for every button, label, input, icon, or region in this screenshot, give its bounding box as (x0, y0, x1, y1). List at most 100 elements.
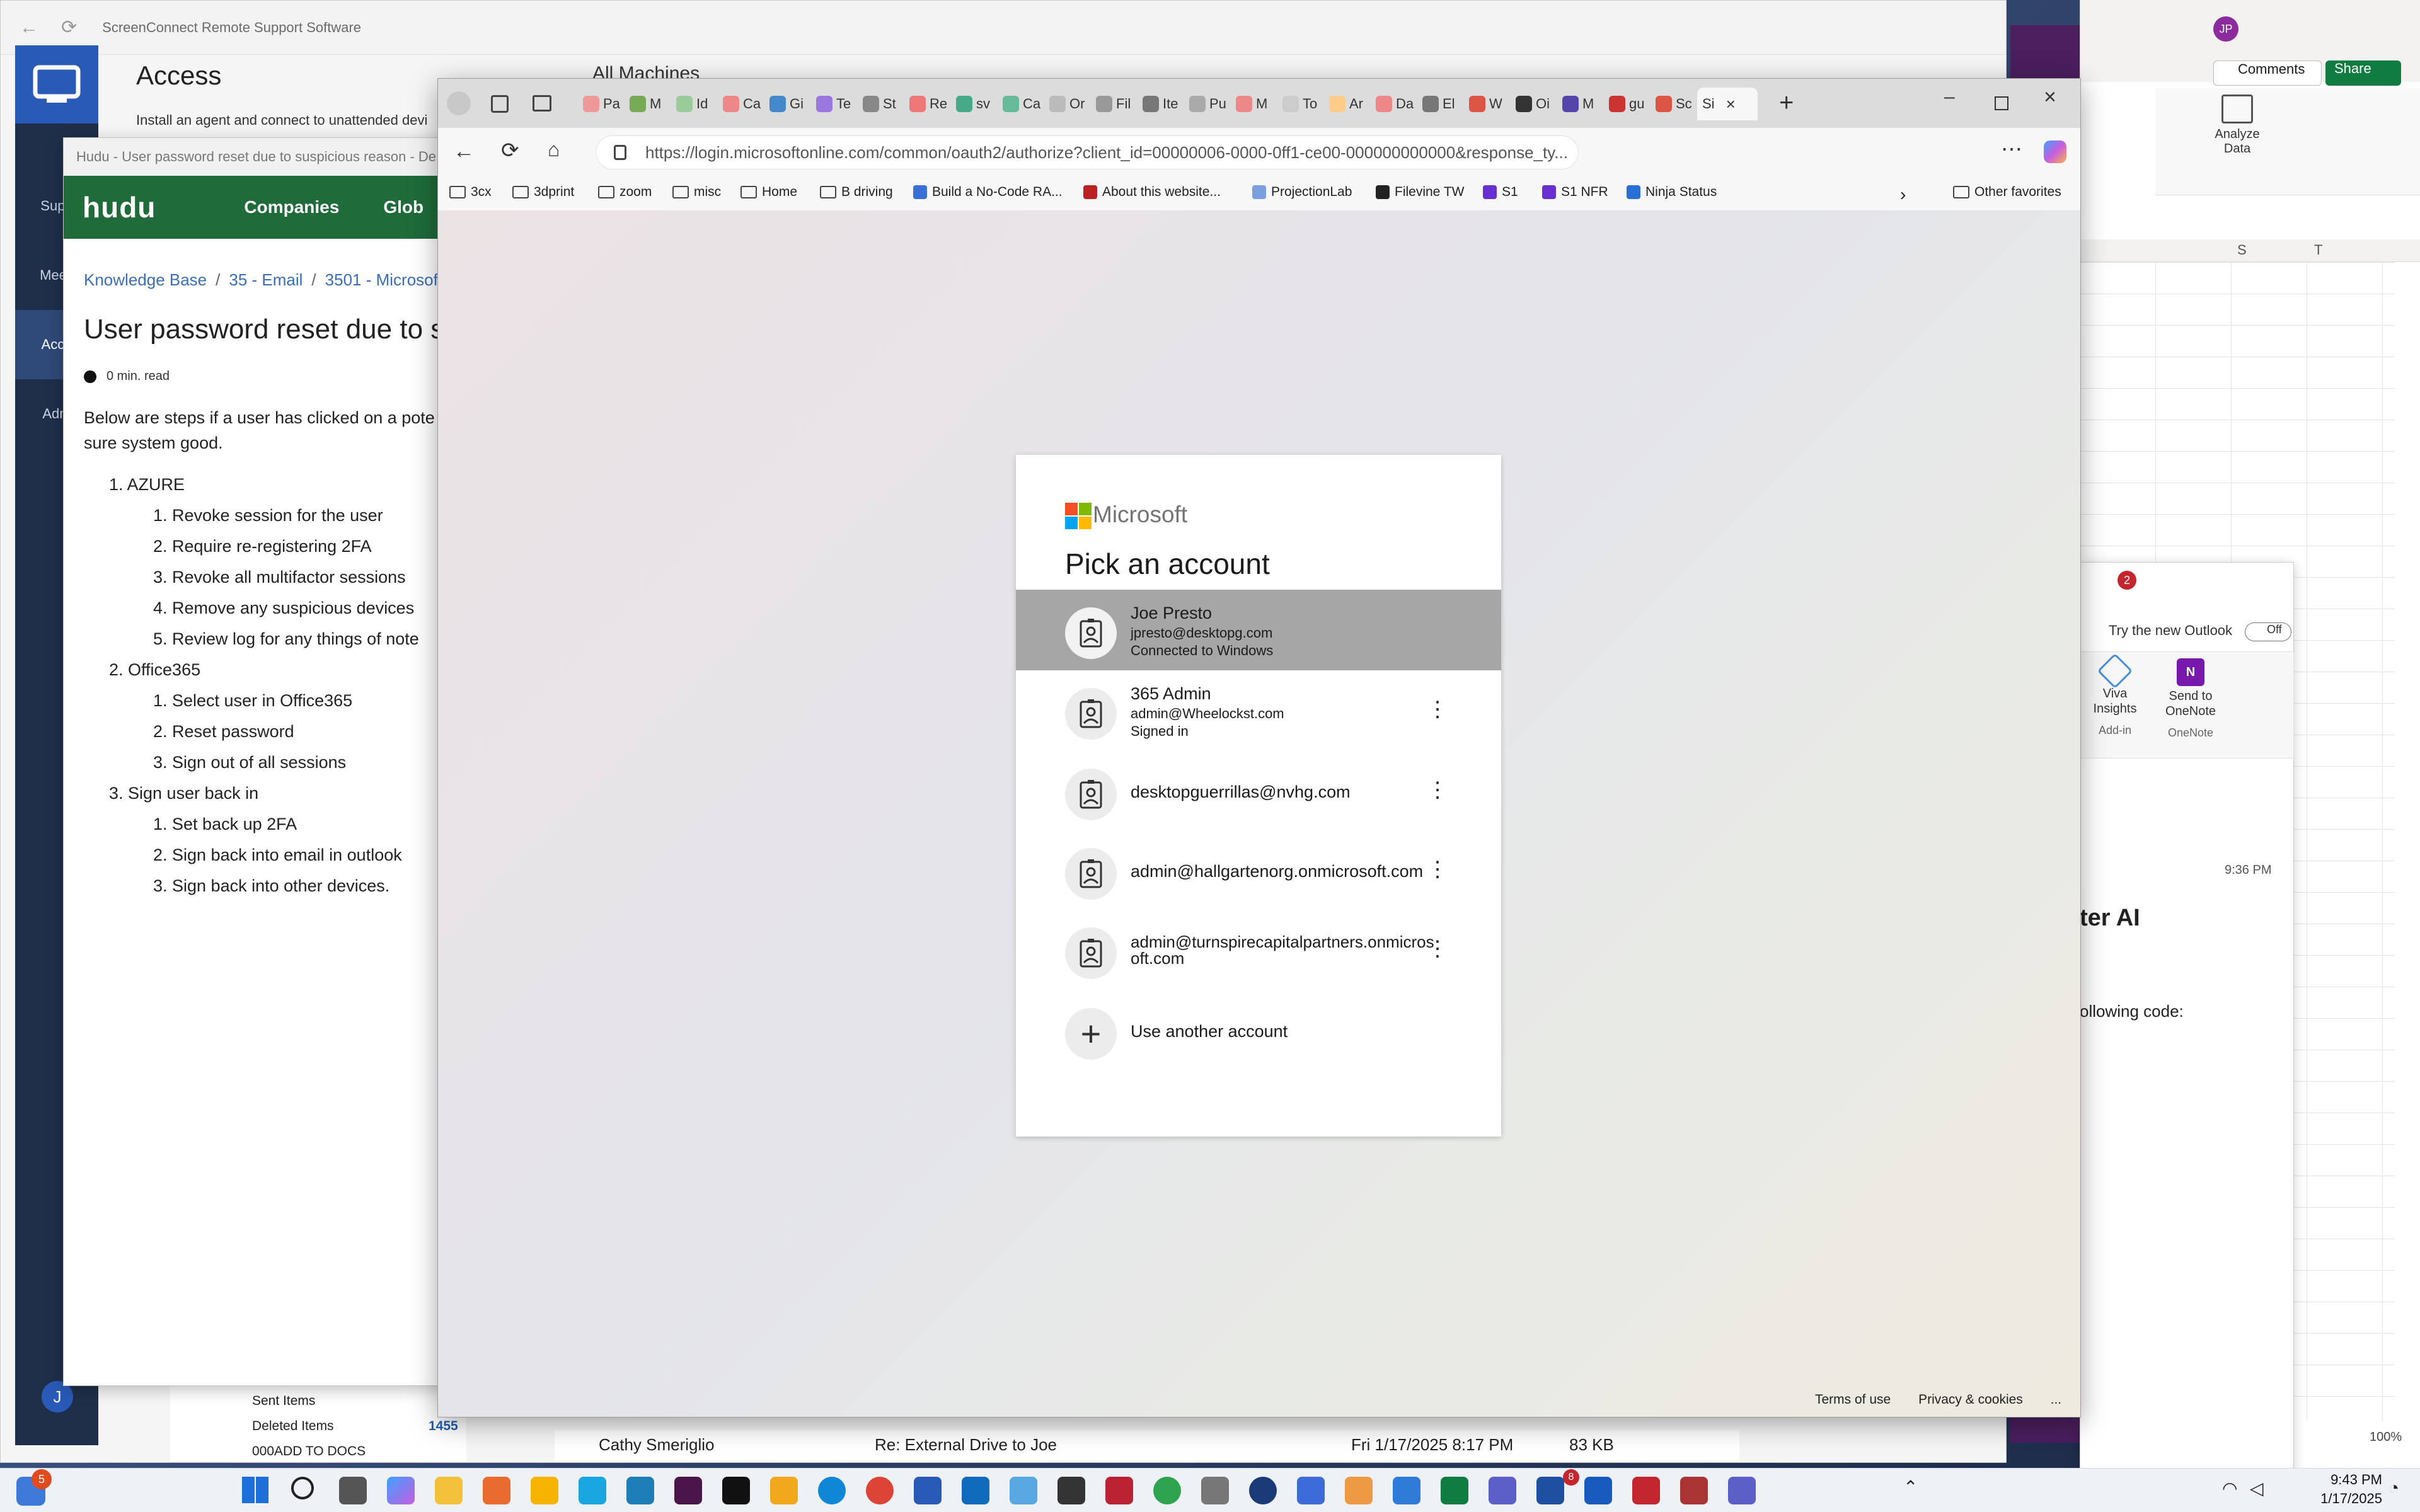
home-icon[interactable]: ⌂ (548, 138, 560, 161)
favorite-folder[interactable]: zoom (598, 185, 652, 200)
minimize-button[interactable]: – (1944, 86, 1955, 108)
excel-taskbar-icon[interactable] (1441, 1477, 1468, 1504)
favorite-link[interactable]: S1 NFR (1542, 185, 1608, 200)
column-t[interactable]: T (2314, 242, 2322, 258)
app-icon[interactable] (1249, 1477, 1277, 1504)
tab[interactable]: Oi (1511, 88, 1555, 120)
wifi-icon[interactable]: ◠ (2222, 1478, 2237, 1499)
outlook-taskbar-icon[interactable] (962, 1477, 989, 1504)
app-icon[interactable] (1105, 1477, 1133, 1504)
new-tab-button[interactable]: + (1779, 89, 1794, 117)
system-tray-chevron-icon[interactable]: ⌃ (1903, 1477, 1918, 1498)
favorite-folder[interactable]: 3cx (449, 185, 492, 200)
favorite-folder[interactable]: Home (740, 185, 797, 200)
app-icon[interactable] (770, 1477, 798, 1504)
app-icon[interactable] (483, 1477, 510, 1504)
terms-link[interactable]: Terms of use (1815, 1392, 1891, 1407)
hudu-logo[interactable]: hudu (83, 190, 156, 224)
slack-icon[interactable] (674, 1477, 702, 1504)
tab[interactable]: Pu (1184, 88, 1228, 120)
send-to-onenote-button[interactable]: N Send to OneNote OneNote (2156, 658, 2225, 740)
tab[interactable]: Pa (578, 88, 622, 120)
favorite-link[interactable]: ProjectionLab (1252, 185, 1352, 200)
other-favorites[interactable]: Other favorites (1953, 185, 2061, 200)
notification-badge[interactable]: 2 (2118, 571, 2136, 590)
tab[interactable]: Re (904, 88, 948, 120)
app-icon[interactable] (531, 1477, 558, 1504)
app-icon[interactable] (1393, 1477, 1420, 1504)
tab[interactable]: gu (1604, 88, 1648, 120)
settings-gear-icon[interactable] (1201, 1477, 1229, 1504)
back-icon[interactable]: ← (453, 139, 475, 164)
tab[interactable]: St (858, 88, 902, 120)
tab[interactable]: M (1557, 88, 1601, 120)
tab[interactable]: El (1417, 88, 1461, 120)
screenconnect-taskbar-icon[interactable] (914, 1477, 942, 1504)
folder-deleted-items[interactable]: Deleted Items (252, 1419, 334, 1434)
favorite-folder[interactable]: 3dprint (512, 185, 574, 200)
analyze-data-button[interactable]: Analyze Data (2206, 94, 2269, 156)
tab[interactable]: Ar (1324, 88, 1368, 120)
breadcrumb-knowledge-base[interactable]: Knowledge Base (84, 270, 207, 289)
favorite-link[interactable]: Ninja Status (1627, 185, 1717, 200)
breadcrumb-microsoft[interactable]: 3501 - Microsoft (325, 270, 442, 289)
account-365-admin[interactable]: 365 Admin admin@Wheelockst.com Signed in… (1016, 670, 1501, 751)
favorite-folder[interactable]: misc (672, 185, 721, 200)
favorite-link[interactable]: Build a No-Code RA... (913, 185, 1063, 200)
start-button-icon[interactable] (242, 1477, 268, 1503)
word-taskbar-icon[interactable] (1584, 1477, 1612, 1504)
tab[interactable]: Fil (1091, 88, 1135, 120)
account-joe-presto[interactable]: Joe Presto jpresto@desktopg.com Connecte… (1016, 590, 1501, 670)
reload-icon[interactable]: ⟳ (501, 138, 519, 163)
profile-icon[interactable] (447, 91, 471, 115)
mail-row[interactable]: Cathy Smeriglio Re: External Drive to Jo… (555, 1430, 1739, 1460)
chrome-icon[interactable] (866, 1477, 894, 1504)
ninja-icon[interactable] (579, 1477, 606, 1504)
close-tab-icon[interactable]: × (1726, 94, 1736, 114)
tab[interactable]: Da (1371, 88, 1415, 120)
excel-user-avatar[interactable]: JP (2213, 16, 2238, 42)
copilot-icon[interactable] (2044, 140, 2066, 163)
tab[interactable]: W (1464, 88, 1508, 120)
favorites-overflow-chevron-icon[interactable]: › (1900, 185, 1906, 205)
tab[interactable]: Gi (764, 88, 809, 120)
app-icon[interactable] (1728, 1477, 1756, 1504)
back-arrow-icon[interactable]: ← (20, 17, 38, 38)
file-explorer-icon[interactable] (435, 1477, 463, 1504)
favorite-link[interactable]: About this website... (1083, 185, 1221, 200)
copilot-taskbar-icon[interactable] (387, 1477, 415, 1504)
use-another-account[interactable]: + Use another account (1016, 990, 1501, 1071)
tab[interactable]: M (1231, 88, 1275, 120)
tab[interactable]: Ite (1138, 88, 1182, 120)
evernote-icon[interactable] (1153, 1477, 1181, 1504)
favorite-link[interactable]: S1 (1483, 185, 1518, 200)
privacy-link[interactable]: Privacy & cookies (1918, 1392, 2023, 1407)
column-s[interactable]: S (2237, 242, 2247, 258)
account-turnspire[interactable]: admin@turnspirecapitalpartners.onmicros … (1016, 910, 1501, 990)
refresh-icon[interactable]: ⟳ (61, 16, 77, 38)
breadcrumb-email[interactable]: 35 - Email (229, 270, 302, 289)
share-button[interactable]: Share (2325, 60, 2401, 86)
tab-active[interactable]: Si × (1697, 88, 1758, 120)
snipping-tool-icon[interactable] (1680, 1477, 1708, 1504)
nav-companies[interactable]: Companies (244, 197, 339, 217)
close-window-button[interactable]: × (2044, 85, 2056, 110)
account-more-options-icon[interactable]: ⋮ (1427, 777, 1448, 803)
lock-icon[interactable] (614, 145, 626, 160)
pdf-icon[interactable] (1632, 1477, 1660, 1504)
search-icon[interactable] (291, 1477, 314, 1499)
favorite-folder[interactable]: B driving (820, 185, 893, 200)
tab[interactable]: To (1277, 88, 1322, 120)
teams-taskbar-icon[interactable] (1489, 1477, 1516, 1504)
account-more-options-icon[interactable]: ⋮ (1427, 857, 1448, 882)
new-outlook-toggle[interactable]: Off (2245, 622, 2291, 641)
account-more-options-icon[interactable]: ⋮ (1427, 936, 1448, 961)
tab[interactable]: Ca (718, 88, 762, 120)
tab[interactable]: sv (951, 88, 995, 120)
footer-more-button[interactable]: ... (2051, 1392, 2062, 1407)
app-icon[interactable] (626, 1477, 654, 1504)
account-more-options-icon[interactable]: ⋮ (1427, 697, 1448, 722)
tab[interactable]: Or (1044, 88, 1088, 120)
nav-global[interactable]: Glob (383, 197, 424, 217)
tab[interactable]: M (625, 88, 669, 120)
